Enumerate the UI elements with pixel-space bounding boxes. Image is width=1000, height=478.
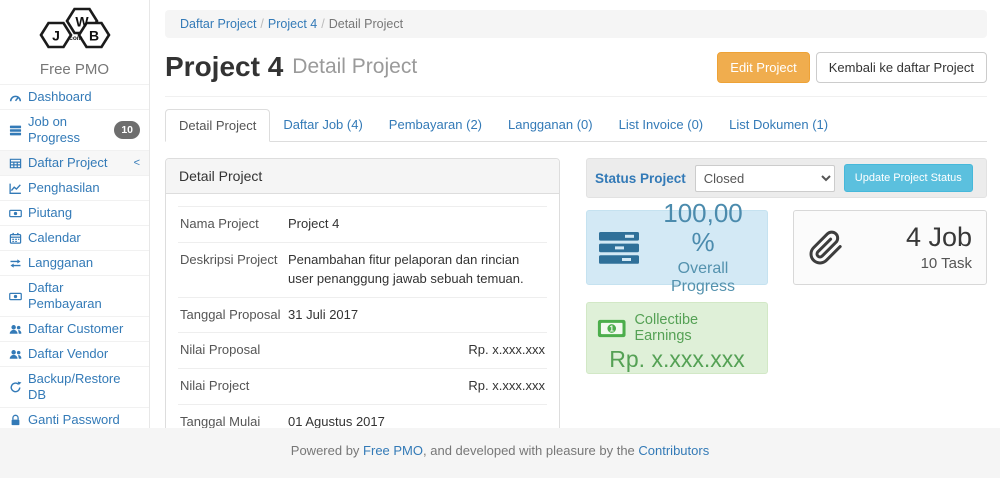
- job-count-value: 4 Job: [906, 223, 972, 253]
- detail-row-nilai-project: Nilai Project Rp. x.xxx.xxx: [178, 368, 547, 404]
- money-icon: [9, 290, 22, 303]
- sidebar-item-label: Daftar Customer: [28, 321, 123, 337]
- breadcrumb-current: Detail Project: [329, 17, 403, 31]
- main-area: W J B .com Free PMO Dashboard Job on Pro…: [0, 0, 1000, 428]
- sidebar-item-job-on-progress[interactable]: Job on Progress 10: [0, 110, 149, 151]
- footer-link-contributors[interactable]: Contributors: [638, 443, 709, 458]
- sidebar-item-label: Piutang: [28, 205, 72, 221]
- footer-link-free-pmo[interactable]: Free PMO: [363, 443, 423, 458]
- sidebar-item-daftar-project[interactable]: Daftar Project <: [0, 151, 149, 176]
- tab-daftar-job[interactable]: Daftar Job (4): [270, 109, 375, 142]
- svg-text:W: W: [75, 14, 89, 30]
- chevron-left-icon: <: [134, 155, 140, 171]
- sidebar-item-backup-restore-db[interactable]: Backup/Restore DB: [0, 367, 149, 408]
- breadcrumb: Daftar Project / Project 4 / Detail Project: [165, 10, 987, 38]
- breadcrumb-link-project-4[interactable]: Project 4: [268, 17, 317, 31]
- sidebar-item-label: Ganti Password: [28, 412, 120, 428]
- footer-text-prefix: Powered by: [291, 443, 363, 458]
- edit-project-button[interactable]: Edit Project: [717, 52, 809, 83]
- status-project-label: Status Project: [595, 171, 686, 186]
- tab-pembayaran[interactable]: Pembayaran (2): [376, 109, 495, 142]
- money-icon: 1: [597, 319, 626, 338]
- jwb-logo-icon: W J B .com: [27, 7, 123, 53]
- sidebar-item-piutang[interactable]: Piutang: [0, 201, 149, 226]
- detail-row-tanggal-proposal: Tanggal Proposal 31 Juli 2017: [178, 297, 547, 333]
- page-header: Project 4 Detail Project Edit Project Ke…: [165, 51, 987, 97]
- earnings-value: Rp. x.xxx.xxx: [597, 346, 757, 373]
- tasks-icon: [597, 229, 641, 267]
- refresh-icon: [9, 381, 22, 394]
- line-chart-icon: [9, 182, 22, 195]
- users-icon: [9, 323, 22, 336]
- sidebar-item-label: Penghasilan: [28, 180, 100, 196]
- table-icon: [9, 157, 22, 170]
- tasks-icon: [9, 124, 22, 137]
- overall-progress-label: Overall Progress: [649, 260, 757, 296]
- status-project-select[interactable]: Closed: [695, 165, 835, 192]
- tab-detail-project[interactable]: Detail Project: [165, 109, 270, 142]
- tab-langganan[interactable]: Langganan (0): [495, 109, 606, 142]
- brand-name: Free PMO: [0, 61, 149, 78]
- detail-row-deskripsi-project: Deskripsi Project Penambahan fitur pelap…: [178, 242, 547, 297]
- logo-block: W J B .com Free PMO: [0, 0, 149, 84]
- svg-text:1: 1: [609, 324, 614, 333]
- sidebar-item-label: Langganan: [28, 255, 93, 271]
- free-pmo-app: W J B .com Free PMO Dashboard Job on Pro…: [0, 0, 1000, 478]
- footer: Powered by Free PMO, and developed with …: [0, 428, 1000, 478]
- page-title: Project 4: [165, 51, 283, 83]
- header-buttons: Edit Project Kembali ke daftar Project: [717, 52, 987, 83]
- users-icon: [9, 348, 22, 361]
- tab-list-dokumen[interactable]: List Dokumen (1): [716, 109, 841, 142]
- breadcrumb-separator: /: [260, 17, 263, 31]
- update-project-status-button[interactable]: Update Project Status: [844, 164, 973, 192]
- detail-row-nilai-proposal: Nilai Proposal Rp. x.xxx.xxx: [178, 332, 547, 368]
- page-subtitle: Detail Project: [292, 55, 417, 79]
- detail-row-nama-project: Nama Project Project 4: [178, 206, 547, 242]
- overall-progress-value: 100,00 %: [649, 199, 757, 256]
- job-count-badge: 10: [114, 121, 140, 139]
- svg-text:.com: .com: [67, 35, 82, 42]
- svg-text:J: J: [52, 28, 60, 44]
- retweet-icon: [9, 257, 22, 270]
- sidebar-item-label: Job on Progress: [28, 114, 108, 146]
- calendar-icon: [9, 232, 22, 245]
- content-area: Daftar Project / Project 4 / Detail Project …: [150, 0, 1000, 428]
- status-project-bar: Status Project Closed Update Project Sta…: [586, 158, 987, 198]
- dashboard-icon: [9, 91, 22, 104]
- job-task-box: 4 Job 10 Task: [793, 210, 987, 285]
- tab-list-invoice[interactable]: List Invoice (0): [606, 109, 717, 142]
- lock-icon: [9, 414, 22, 427]
- collectible-earnings-box: 1 Collectibe Earnings Rp. x.xxx.xxx: [586, 302, 768, 374]
- sidebar-item-label: Daftar Project: [28, 155, 107, 171]
- sidebar-item-daftar-customer[interactable]: Daftar Customer: [0, 317, 149, 342]
- earnings-label: Collectibe Earnings: [634, 312, 757, 344]
- svg-text:B: B: [88, 28, 98, 44]
- sidebar-item-dashboard[interactable]: Dashboard: [0, 85, 149, 110]
- sidebar-item-label: Daftar Vendor: [28, 346, 108, 362]
- sidebar-item-calendar[interactable]: Calendar: [0, 226, 149, 251]
- task-count-value: 10 Task: [906, 255, 972, 272]
- sidebar-item-label: Daftar Pembayaran: [28, 280, 140, 312]
- footer-text-middle: , and developed with pleasure by the: [423, 443, 638, 458]
- overall-progress-box: 100,00 % Overall Progress: [586, 210, 768, 285]
- sidebar: W J B .com Free PMO Dashboard Job on Pro…: [0, 0, 150, 428]
- breadcrumb-separator: /: [321, 17, 324, 31]
- sidebar-menu: Dashboard Job on Progress 10 Daftar Proj…: [0, 84, 149, 458]
- paperclip-icon: [808, 225, 844, 271]
- money-icon: [9, 207, 22, 220]
- sidebar-item-penghasilan[interactable]: Penghasilan: [0, 176, 149, 201]
- sidebar-item-label: Calendar: [28, 230, 81, 246]
- back-to-project-list-button[interactable]: Kembali ke daftar Project: [816, 52, 987, 83]
- panel-title: Detail Project: [166, 159, 559, 194]
- project-tabs: Detail Project Daftar Job (4) Pembayaran…: [165, 109, 987, 142]
- sidebar-item-label: Backup/Restore DB: [28, 371, 140, 403]
- sidebar-item-langganan[interactable]: Langganan: [0, 251, 149, 276]
- breadcrumb-link-daftar-project[interactable]: Daftar Project: [180, 17, 256, 31]
- sidebar-item-label: Dashboard: [28, 89, 92, 105]
- sidebar-item-daftar-pembayaran[interactable]: Daftar Pembayaran: [0, 276, 149, 317]
- sidebar-item-daftar-vendor[interactable]: Daftar Vendor: [0, 342, 149, 367]
